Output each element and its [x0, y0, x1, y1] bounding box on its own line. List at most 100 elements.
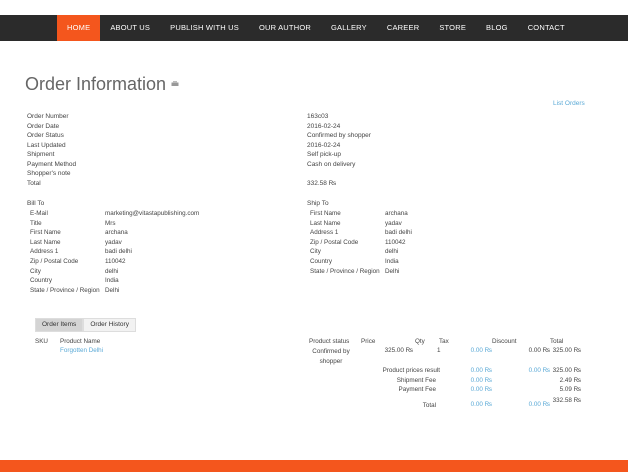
grand-total-value: 332.58 ₨ [552, 397, 581, 404]
tab-order-history[interactable]: Order History [83, 318, 136, 332]
nav-blog[interactable]: BLOG [476, 15, 518, 41]
bill-address-row: Address 1 badi delhi [30, 247, 199, 257]
footer-bar [0, 460, 628, 472]
payment-fee-tax: 0.00 ₨ [470, 386, 492, 393]
ship-first-name-row: First Name archana [310, 209, 412, 219]
ship-value: India [385, 257, 399, 265]
order-date-value: 2016-02-24 [307, 122, 341, 130]
payment-fee-label: Payment Fee [398, 386, 436, 393]
bill-to-table: E-Mail marketing@vitastapublishing.com Ti… [30, 209, 199, 295]
bill-state-row: State / Province / Region Delhi [30, 286, 199, 296]
shipment-fee-total: 2.49 ₨ [559, 377, 581, 384]
total-value: 332.58 ₨ [307, 179, 337, 187]
bill-value: Mrs [105, 219, 116, 227]
ship-address-row: Address 1 badi delhi [310, 228, 412, 238]
shipment-fee-tax: 0.00 ₨ [470, 377, 492, 384]
product-discount: 0.00 ₨ [528, 347, 550, 354]
order-labels: Order Number Order Date Order Status Las… [27, 112, 76, 188]
tab-order-items[interactable]: Order Items [35, 318, 84, 332]
bill-city-row: City delhi [30, 267, 199, 277]
nav-publish-with-us[interactable]: PUBLISH WITH US [160, 15, 249, 41]
prices-result-total: 325.00 ₨ [552, 367, 581, 374]
nav-career[interactable]: CAREER [377, 15, 429, 41]
ship-value: archana [385, 210, 408, 217]
grand-total-tax: 0.00 ₨ [470, 401, 492, 408]
ship-label: City [310, 248, 321, 256]
bill-value: yadav [105, 238, 122, 246]
product-total: 325.00 ₨ [552, 347, 581, 354]
nav-store[interactable]: STORE [429, 15, 476, 41]
ship-value: badi delhi [385, 229, 412, 237]
bill-label: Country [30, 277, 53, 285]
shoppers-note-value [307, 169, 371, 179]
bill-to-heading: Bill To [27, 200, 45, 207]
bill-email-row: E-Mail marketing@vitastapublishing.com [30, 209, 199, 219]
ship-country-row: Country India [310, 257, 412, 267]
nav-contact[interactable]: CONTACT [518, 15, 575, 41]
ship-zip-row: Zip / Postal Code 110042 [310, 238, 412, 248]
ship-label: Zip / Postal Code [310, 238, 359, 246]
nav-gallery[interactable]: GALLERY [321, 15, 377, 41]
bill-value: marketing@vitastapublishing.com [105, 210, 200, 217]
order-values: 163c03 2016-02-24 Confirmed by shopper 2… [307, 112, 371, 188]
bill-first-name-row: First Name archana [30, 228, 199, 238]
main-nav: HOME ABOUT US PUBLISH WITH US OUR AUTHOR… [57, 15, 575, 41]
ship-value: delhi [385, 248, 399, 256]
order-number-value: 163c03 [307, 113, 329, 120]
ship-value: 110042 [385, 238, 406, 246]
bill-zip-row: Zip / Postal Code 110042 [30, 257, 199, 267]
ship-to-table: First Name archana Last Name yadav Address… [310, 209, 412, 276]
nav-our-author[interactable]: OUR AUTHOR [249, 15, 321, 41]
order-date-label: Order Date [27, 122, 60, 130]
order-status-value: Confirmed by shopper [307, 132, 371, 139]
bill-label: Title [30, 219, 42, 227]
grand-total-label: Total [422, 402, 436, 409]
header-tax: Tax [439, 338, 449, 345]
payment-method-value: Cash on delivery [307, 160, 356, 168]
ship-label: State / Province / Region [310, 267, 380, 275]
ship-state-row: State / Province / Region Delhi [310, 267, 412, 277]
list-orders-link[interactable]: List Orders [553, 100, 585, 107]
ship-value: yadav [385, 219, 402, 227]
ship-to-heading: Ship To [307, 200, 329, 207]
bill-title-row: Title Mrs [30, 219, 199, 229]
header-price: Price [361, 338, 376, 345]
header-product-status: Product status [309, 338, 350, 345]
ship-label: First Name [310, 210, 341, 217]
prices-result-tax: 0.00 ₨ [470, 367, 492, 374]
prices-result-label: Product prices result [382, 367, 440, 374]
bill-value: badi delhi [105, 248, 132, 256]
nav-home[interactable]: HOME [57, 15, 101, 41]
ship-value: Delhi [385, 267, 400, 275]
bill-value: 110042 [105, 257, 126, 265]
bill-value: delhi [105, 267, 119, 275]
grand-total-discount: 0.00 ₨ [528, 401, 550, 408]
product-name-link[interactable]: Forgotten Delhi [60, 347, 103, 354]
last-updated-value: 2016-02-24 [307, 141, 341, 149]
ship-city-row: City delhi [310, 247, 412, 257]
bill-value: Delhi [105, 286, 120, 294]
ship-label: Last Name [310, 219, 341, 227]
order-number-label: Order Number [27, 113, 69, 120]
ship-label: Country [310, 257, 333, 265]
bill-label: E-Mail [30, 210, 48, 217]
payment-method-label: Payment Method [27, 160, 77, 168]
product-tax: 0.00 ₨ [470, 347, 492, 354]
ship-label: Address 1 [310, 229, 339, 237]
order-status-label: Order Status [27, 132, 64, 139]
bill-label: Zip / Postal Code [30, 257, 79, 265]
page-title: Order Information [25, 74, 167, 94]
payment-fee-total: 5.09 ₨ [559, 386, 581, 393]
bill-label: Last Name [30, 238, 61, 246]
shipment-fee-label: Shipment Fee [396, 377, 436, 384]
header-total: Total [550, 338, 564, 345]
bill-label: State / Province / Region [30, 287, 100, 295]
header-discount: Discount [492, 338, 517, 345]
print-icon[interactable] [171, 81, 179, 87]
bill-country-row: Country India [30, 276, 199, 286]
ship-last-name-row: Last Name yadav [310, 219, 412, 229]
bill-last-name-row: Last Name yadav [30, 238, 199, 248]
nav-about-us[interactable]: ABOUT US [100, 15, 160, 41]
bill-label: First Name [30, 229, 61, 237]
bill-label: Address 1 [30, 248, 59, 256]
